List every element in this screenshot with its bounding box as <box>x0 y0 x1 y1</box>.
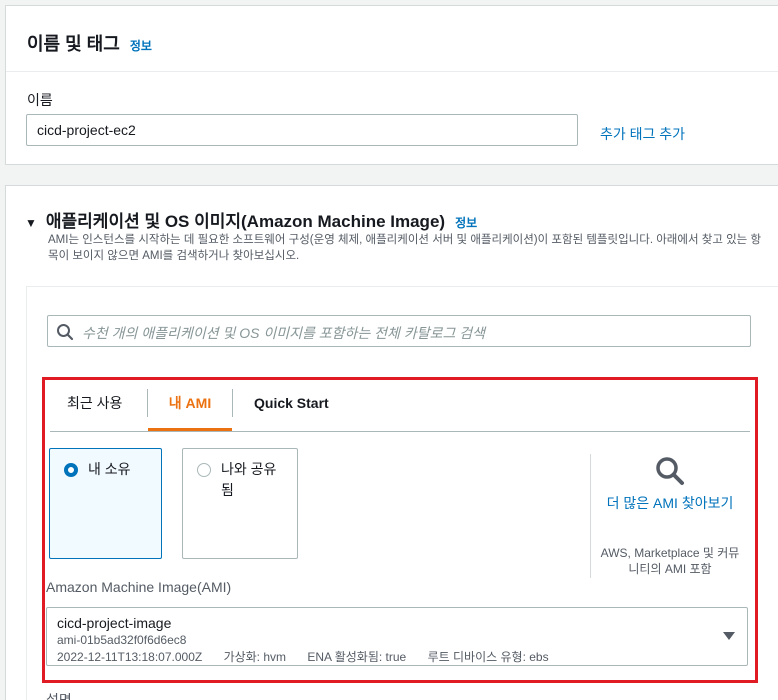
name-section-title: 이름 및 태그 <box>27 34 120 54</box>
ami-search-input[interactable]: 수천 개의 애플리케이션 및 OS 이미지를 포함하는 전체 카탈로그 검색 <box>47 315 751 347</box>
name-input[interactable]: cicd-project-ec2 <box>26 114 578 146</box>
name-field-label: 이름 <box>27 92 53 108</box>
ami-info-link[interactable]: 정보 <box>455 214 477 231</box>
ami-description: AMI는 인스턴스를 시작하는 데 필요한 소프트웨어 구성(운영 체제, 애플… <box>48 234 762 262</box>
name-and-tags-panel: 이름 및 태그 정보 이름 cicd-project-ec2 추가 태그 추가 <box>5 5 778 165</box>
search-icon <box>57 324 74 341</box>
name-title-row: 이름 및 태그 정보 <box>27 30 152 56</box>
name-info-link[interactable]: 정보 <box>130 37 152 54</box>
highlight-box <box>42 377 758 683</box>
search-placeholder: 수천 개의 애플리케이션 및 OS 이미지를 포함하는 전체 카탈로그 검색 <box>82 325 485 341</box>
collapse-caret-icon[interactable]: ▼ <box>25 216 37 230</box>
add-tag-link[interactable]: 추가 태그 추가 <box>600 124 685 144</box>
ami-title-row: ▼ 애플리케이션 및 OS 이미지(Amazon Machine Image) … <box>25 207 477 232</box>
ami-section-title: 애플리케이션 및 OS 이미지(Amazon Machine Image) <box>45 212 446 231</box>
name-panel-header: 이름 및 태그 정보 <box>6 6 778 72</box>
description-field-label: 설명 <box>46 692 72 700</box>
